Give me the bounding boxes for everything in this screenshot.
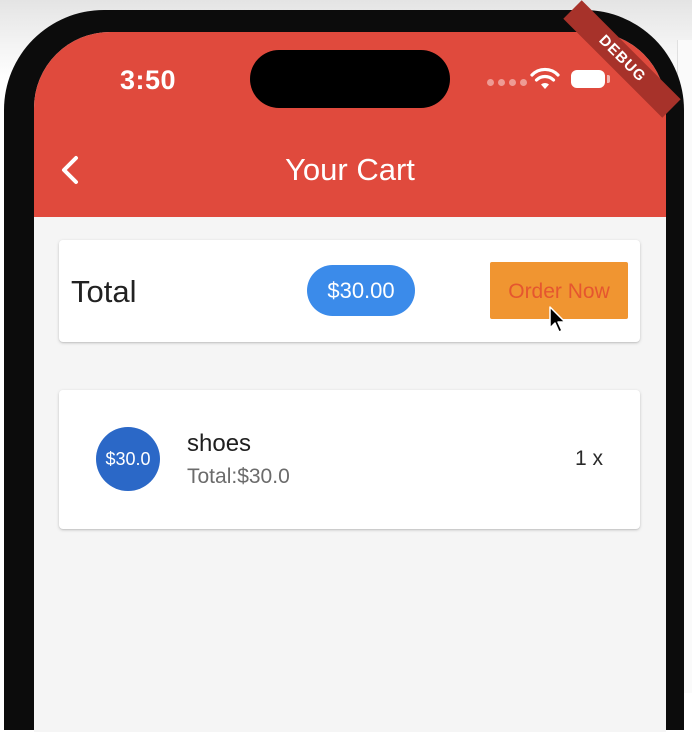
phone-frame: 3:50 Your Cart Total $30.00 Order Now $3… <box>4 0 684 732</box>
item-title: shoes <box>187 430 252 457</box>
battery-cap <box>607 75 610 83</box>
item-quantity: 1 x <box>574 447 603 470</box>
battery-icon <box>571 70 605 88</box>
wifi-icon <box>530 67 560 89</box>
cart-item-card: $30.0 shoes Total:$30.0 1 x <box>59 390 640 529</box>
total-label: Total <box>71 274 137 309</box>
item-price-avatar: $30.0 <box>96 427 160 491</box>
status-bar-time: 3:50 <box>120 65 177 95</box>
app-bar-title: Your Cart <box>285 152 415 187</box>
item-subtitle: Total:$30.0 <box>187 465 290 488</box>
app-bar: 3:50 Your Cart <box>34 32 666 217</box>
phone-screen: 3:50 Your Cart Total $30.00 Order Now $3… <box>34 32 666 732</box>
total-amount-chip: $30.00 <box>307 265 415 316</box>
cellular-signal-icon <box>487 79 527 86</box>
mouse-cursor-icon <box>549 306 566 333</box>
dynamic-island <box>250 50 450 108</box>
